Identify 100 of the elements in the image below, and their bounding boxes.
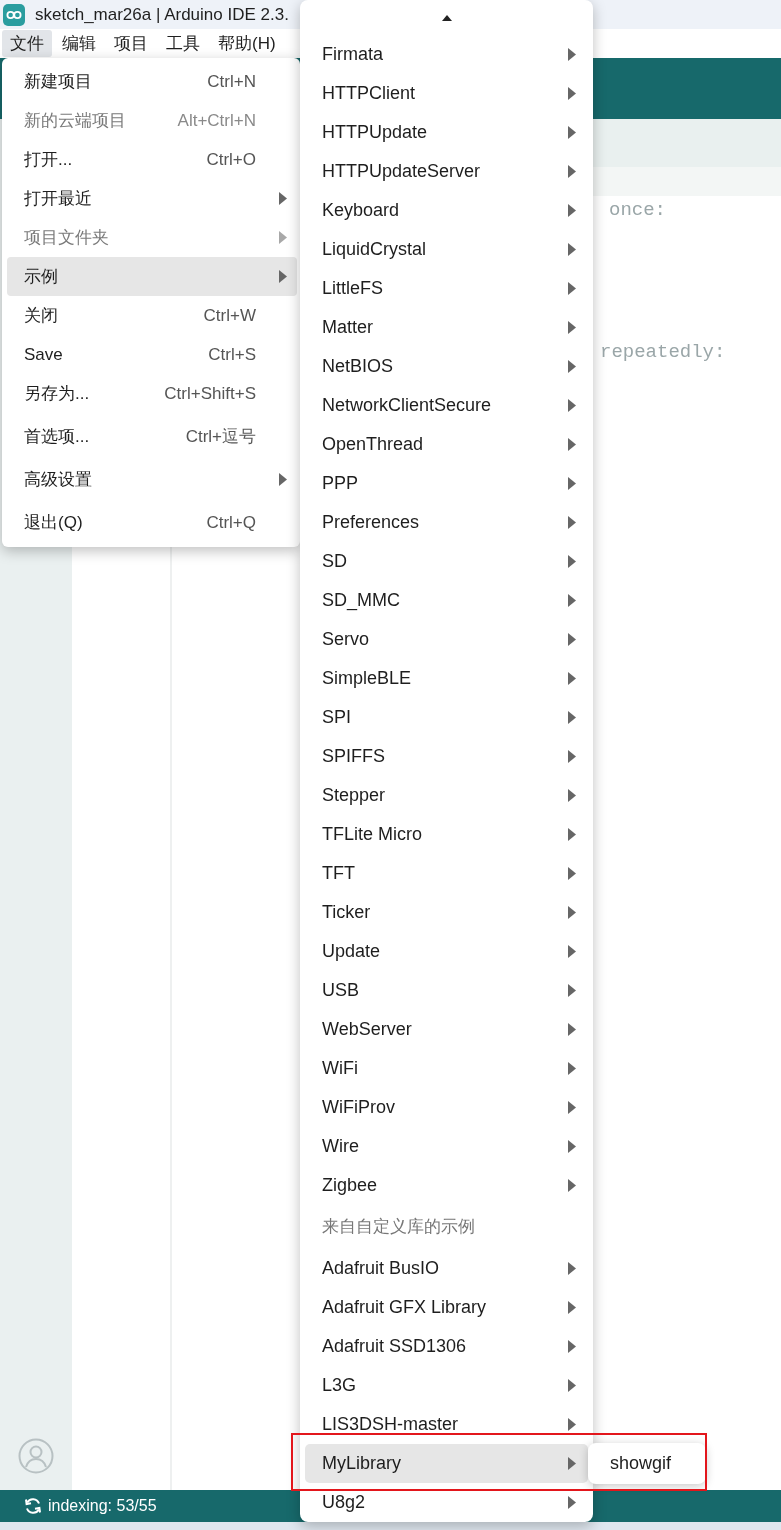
submenu-arrow-icon	[568, 87, 576, 100]
menu-item[interactable]: Ticker	[305, 893, 588, 932]
menu-item[interactable]: SPI	[305, 698, 588, 737]
code-comment: repeatedly:	[600, 340, 726, 364]
submenu-arrow-icon	[568, 516, 576, 529]
submenu-arrow-icon	[568, 750, 576, 763]
menu-item[interactable]: Servo	[305, 620, 588, 659]
menu-bar-item[interactable]: 帮助(H)	[210, 30, 284, 57]
submenu-arrow-icon	[568, 594, 576, 607]
menu-item[interactable]: Save Ctrl+S	[7, 335, 297, 374]
submenu-arrow-icon	[568, 1023, 576, 1036]
menu-bar-item[interactable]: 工具	[158, 30, 208, 57]
shortcut-text: Ctrl+逗号	[185, 425, 256, 448]
submenu-arrow-icon	[568, 1418, 576, 1431]
shortcut-text: Ctrl+N	[207, 70, 256, 93]
menu-item[interactable]: OpenThread	[305, 425, 588, 464]
submenu-arrow-icon	[568, 282, 576, 295]
shortcut-text: Ctrl+O	[206, 148, 256, 171]
menu-item[interactable]: L3G	[305, 1366, 588, 1405]
menu-item[interactable]: Matter	[305, 308, 588, 347]
menu-item[interactable]: MyLibrary	[305, 1444, 588, 1483]
menu-item[interactable]: WebServer	[305, 1010, 588, 1049]
submenu-arrow-icon	[568, 1262, 576, 1275]
menu-item[interactable]: Adafruit SSD1306	[305, 1327, 588, 1366]
submenu-arrow-icon	[568, 1062, 576, 1075]
menu-item[interactable]: LiquidCrystal	[305, 230, 588, 269]
menu-item[interactable]: Adafruit BusIO	[305, 1249, 588, 1288]
menu-item[interactable]: Adafruit GFX Library	[305, 1288, 588, 1327]
infinity-logo-icon	[3, 3, 25, 26]
section-header: 来自自定义库的示例	[321, 1216, 476, 1239]
menu-item[interactable]: 新建项目 Ctrl+N	[7, 62, 297, 101]
code-comment: once:	[609, 198, 666, 222]
menu-item[interactable]: 首选项... Ctrl+逗号	[7, 417, 297, 456]
menu-item[interactable]: WiFiProv	[305, 1088, 588, 1127]
menu-item[interactable]: Zigbee	[305, 1166, 588, 1205]
menu-item[interactable]: USB	[305, 971, 588, 1010]
menu-item[interactable]: 另存为... Ctrl+Shift+S	[7, 374, 297, 413]
submenu-arrow-icon	[568, 672, 576, 685]
menu-item[interactable]: Firmata	[305, 35, 588, 74]
menu-item[interactable]: Preferences	[305, 503, 588, 542]
submenu-arrow-icon	[568, 1140, 576, 1153]
shortcut-text: Ctrl+S	[208, 343, 256, 366]
menu-item[interactable]: 关闭 Ctrl+W	[7, 296, 297, 335]
menu-item[interactable]: LIS3DSH-master	[305, 1405, 588, 1444]
submenu-arrow-icon	[568, 399, 576, 412]
submenu-arrow-icon	[568, 204, 576, 217]
shortcut-text: Ctrl+Q	[206, 511, 256, 534]
menu-item[interactable]: 打开最近	[7, 179, 297, 218]
menu-item[interactable]: Stepper	[305, 776, 588, 815]
submenu-arrow-icon	[568, 1179, 576, 1192]
submenu-arrow-icon	[279, 231, 287, 244]
menu-item[interactable]: PPP	[305, 464, 588, 503]
menu-item[interactable]: Wire	[305, 1127, 588, 1166]
menu-bar-item[interactable]: 项目	[106, 30, 156, 57]
submenu-arrow-icon	[568, 867, 576, 880]
submenu-arrow-icon	[568, 1340, 576, 1353]
menu-item[interactable]: NetBIOS	[305, 347, 588, 386]
menu-item[interactable]: NetworkClientSecure	[305, 386, 588, 425]
submenu-arrow-icon	[568, 828, 576, 841]
menu-item[interactable]: LittleFS	[305, 269, 588, 308]
menu-item[interactable]: Update	[305, 932, 588, 971]
menu-item[interactable]: HTTPClient	[305, 74, 588, 113]
submenu-arrow-icon	[568, 555, 576, 568]
menu-item[interactable]: 退出(Q) Ctrl+Q	[7, 503, 297, 542]
submenu-arrow-icon	[568, 945, 576, 958]
menu-bar-item[interactable]: 编辑	[54, 30, 104, 57]
menu-item[interactable]: 打开... Ctrl+O	[7, 140, 297, 179]
submenu-arrow-icon	[568, 906, 576, 919]
menu-item[interactable]: SD_MMC	[305, 581, 588, 620]
menu-item[interactable]: TFLite Micro	[305, 815, 588, 854]
menu-item[interactable]: SPIFFS	[305, 737, 588, 776]
submenu-arrow-icon	[279, 192, 287, 205]
submenu-arrow-icon	[568, 321, 576, 334]
menu-item[interactable]: HTTPUpdate	[305, 113, 588, 152]
submenu-arrow-icon	[568, 243, 576, 256]
submenu-arrow-icon	[279, 473, 287, 486]
menu-item[interactable]: Keyboard	[305, 191, 588, 230]
menu-item[interactable]: 示例	[7, 257, 297, 296]
submenu-arrow-icon	[568, 1379, 576, 1392]
menu-bar-item[interactable]: 文件	[2, 30, 52, 57]
submenu-arrow-icon	[568, 711, 576, 724]
menu-item[interactable]: showgif	[591, 1446, 703, 1481]
status-text: indexing: 53/55	[48, 1496, 157, 1516]
scroll-up-icon[interactable]	[441, 14, 452, 21]
menu-item[interactable]: HTTPUpdateServer	[305, 152, 588, 191]
menu-item[interactable]: SD	[305, 542, 588, 581]
shortcut-text: Ctrl+W	[203, 304, 256, 327]
menu-item[interactable]: 高级设置	[7, 460, 297, 499]
submenu-arrow-icon	[568, 1457, 576, 1470]
shortcut-text: Alt+Ctrl+N	[177, 109, 256, 132]
refresh-icon	[24, 1497, 42, 1515]
menu-item[interactable]: WiFi	[305, 1049, 588, 1088]
submenu-arrow-icon	[568, 360, 576, 373]
submenu-arrow-icon	[568, 984, 576, 997]
menu-item[interactable]: TFT	[305, 854, 588, 893]
submenu-arrow-icon	[279, 270, 287, 283]
menu-item[interactable]: U8g2	[305, 1483, 588, 1522]
menu-item[interactable]: SimpleBLE	[305, 659, 588, 698]
submenu-arrow-icon	[568, 126, 576, 139]
submenu-arrow-icon	[568, 477, 576, 490]
